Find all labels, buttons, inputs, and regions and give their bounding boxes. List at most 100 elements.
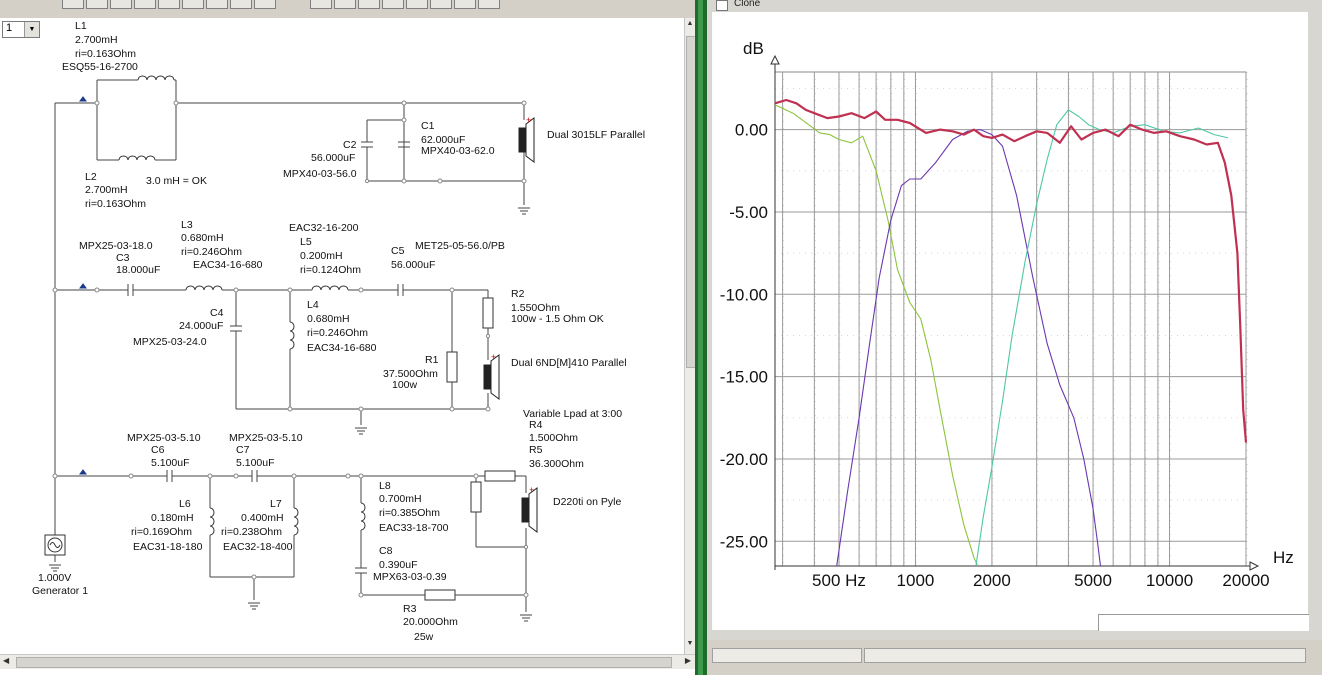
c5-value: 56.000uF: [391, 259, 435, 271]
midrange-label: Dual 6ND[M]410 Parallel: [511, 357, 627, 369]
c1-name: C1: [421, 120, 435, 132]
r1-power: 100w: [392, 379, 418, 391]
inductor-l6-symbol[interactable]: [209, 507, 215, 536]
inductor-l1-symbol[interactable]: [137, 75, 175, 81]
frequency-response-plot: 0.00 -5.00 -10.00 -15.00 -20.00 -25.00 500 Hz 1…: [720, 39, 1294, 590]
tweeter-speaker-icon[interactable]: [521, 497, 530, 523]
l6-value: 0.180mH: [151, 512, 194, 524]
chevron-down-icon[interactable]: ▼: [24, 22, 39, 37]
toolbar-button[interactable]: [334, 0, 356, 9]
status-field: [712, 648, 862, 663]
y-tick-label: -10.00: [720, 285, 768, 304]
section-select[interactable]: 1 ▼: [2, 21, 40, 38]
toolbar-button[interactable]: [478, 0, 500, 9]
resistor-r4-symbol[interactable]: [484, 470, 516, 482]
c5-part: MET25-05-56.0/PB: [415, 240, 505, 252]
toolbar: [0, 0, 695, 19]
toolbar-button[interactable]: [310, 0, 332, 9]
l8-part: EAC33-18-700: [379, 522, 449, 534]
toolbar-button[interactable]: [110, 0, 132, 9]
horizontal-scrollbar[interactable]: ◀ ▶: [0, 654, 695, 669]
toolbar-button[interactable]: [454, 0, 476, 9]
r2-name: R2: [511, 288, 525, 300]
pane-splitter[interactable]: [695, 0, 707, 675]
probe-icon[interactable]: [79, 283, 87, 289]
inductor-l2-symbol[interactable]: [118, 155, 156, 161]
c2-value: 56.000uF: [311, 152, 355, 164]
l1-part: ESQ55-16-2700: [62, 61, 138, 73]
frequency-response-graph[interactable]: 0.00 -5.00 -10.00 -15.00 -20.00 -25.00 500 Hz 1…: [712, 12, 1309, 631]
inductor-l3-symbol[interactable]: [185, 285, 223, 291]
toolbar-button[interactable]: [254, 0, 276, 9]
toolbar-button[interactable]: [406, 0, 428, 9]
toolbar-button[interactable]: [430, 0, 452, 9]
inductor-l4-symbol[interactable]: [289, 321, 295, 350]
resistor-r2-symbol[interactable]: [482, 297, 494, 329]
l7-ri: ri=0.238Ohm: [221, 526, 282, 538]
r3-power: 25w: [414, 631, 434, 643]
c2-part: MPX40-03-56.0: [283, 168, 357, 180]
toolbar-button[interactable]: [182, 0, 204, 9]
l5-part: EAC32-16-200: [289, 222, 359, 234]
toolbar-button[interactable]: [382, 0, 404, 9]
plot-area: [774, 71, 1247, 567]
c2-name: C2: [343, 139, 357, 151]
toolbar-button[interactable]: [134, 0, 156, 9]
schematic-canvas[interactable]: + + + L1 2.700mH ri=0.163Ohm ESQ55-16-27…: [0, 18, 684, 654]
c5-name: C5: [391, 245, 405, 257]
resistor-r3-symbol[interactable]: [424, 589, 456, 601]
inductor-l7-symbol[interactable]: [293, 507, 299, 536]
clone-label: Clone: [734, 0, 761, 9]
inductor-l8-symbol[interactable]: [360, 502, 366, 531]
l1-ri: ri=0.163Ohm: [75, 48, 136, 60]
probe-icon[interactable]: [79, 96, 87, 102]
svg-text:+: +: [526, 115, 531, 125]
resistor-r1-symbol[interactable]: [446, 351, 458, 383]
l5-name: L5: [300, 236, 312, 248]
l1-name: L1: [75, 20, 87, 32]
note-3mh: 3.0 mH = OK: [146, 175, 207, 187]
svg-text:+: +: [491, 352, 496, 362]
l4-name: L4: [307, 299, 319, 311]
l1-value: 2.700mH: [75, 34, 118, 46]
x-tick-label: 500 Hz: [812, 571, 866, 590]
scroll-up-icon[interactable]: ▲: [686, 20, 694, 32]
horizontal-scroll-thumb[interactable]: [16, 657, 672, 668]
r3-value: 20.000Ohm: [403, 616, 458, 628]
clone-checkbox[interactable]: [716, 0, 728, 11]
l3-name: L3: [181, 219, 193, 231]
c8-part: MPX63-03-0.39: [373, 571, 447, 583]
scroll-left-icon[interactable]: ◀: [3, 656, 9, 665]
svg-text:+: +: [529, 485, 534, 495]
y-tick-label: -25.00: [720, 532, 768, 551]
c3-value: 18.000uF: [116, 264, 160, 276]
r4-value: 1.500Ohm: [529, 432, 578, 444]
resistor-r5-symbol[interactable]: [470, 481, 482, 513]
x-tick-label: 20000: [1222, 571, 1269, 590]
y-axis-arrow-icon: [770, 54, 780, 65]
toolbar-button[interactable]: [158, 0, 180, 9]
toolbar-button[interactable]: [230, 0, 252, 9]
woofer-speaker-icon[interactable]: [518, 127, 527, 153]
probe-icon[interactable]: [79, 469, 87, 475]
toolbar-button[interactable]: [358, 0, 380, 9]
woofer-label: Dual 3015LF Parallel: [547, 129, 645, 141]
generator-voltage: 1.000V: [38, 572, 71, 584]
scroll-down-icon[interactable]: ▼: [686, 640, 694, 652]
y-tick-label: -5.00: [729, 203, 768, 222]
toolbar-button[interactable]: [206, 0, 228, 9]
c4-part: MPX25-03-24.0: [133, 336, 207, 348]
l7-part: EAC32-18-400: [223, 541, 293, 553]
l8-value: 0.700mH: [379, 493, 422, 505]
l5-value: 0.200mH: [300, 250, 343, 262]
l7-name: L7: [270, 498, 282, 510]
r3-name: R3: [403, 603, 417, 615]
toolbar-button[interactable]: [62, 0, 84, 9]
c8-value: 0.390uF: [379, 559, 418, 571]
inductor-l5-symbol[interactable]: [311, 285, 349, 291]
toolbar-button[interactable]: [86, 0, 108, 9]
l8-ri: ri=0.385Ohm: [379, 507, 440, 519]
scroll-right-icon[interactable]: ▶: [685, 656, 691, 665]
legend-panel[interactable]: [1098, 614, 1309, 631]
midrange-speaker-icon[interactable]: [483, 364, 492, 390]
